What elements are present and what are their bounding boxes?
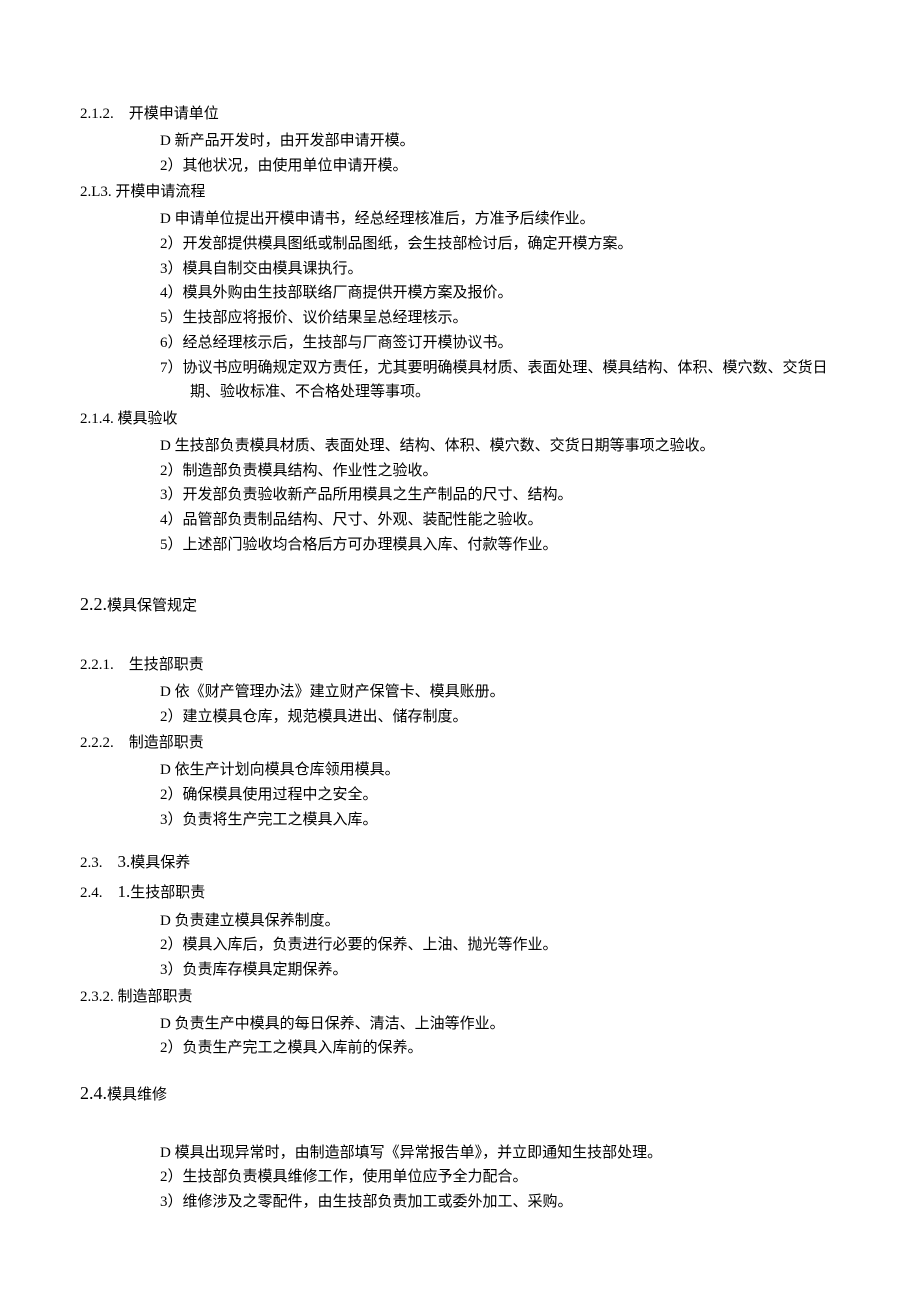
body-text: 2）模具入库后，负责进行必要的保养、上油、抛光等作业。 xyxy=(80,933,840,958)
heading-label: 模具维修 xyxy=(107,1087,167,1103)
body-text: D 申请单位提出开模申请书，经总经理核准后，方准予后续作业。 xyxy=(80,207,840,232)
body-text: 2）生技部负责模具维修工作，使用单位应予全力配合。 xyxy=(80,1165,840,1190)
heading-prefix: 2.4. xyxy=(80,885,118,901)
body-text: 5）上述部门验收均合格后方可办理模具入库、付款等作业。 xyxy=(80,533,840,558)
body-text: 3）维修涉及之零配件，由生技部负责加工或委外加工、采购。 xyxy=(80,1190,840,1215)
heading-number: 3. xyxy=(118,852,131,871)
body-text: 2）确保模具使用过程中之安全。 xyxy=(80,783,840,808)
heading-label: 模具保管规定 xyxy=(107,598,197,614)
heading-212: 2.1.2. 开模申请单位 xyxy=(80,102,840,127)
body-text: 3）负责将生产完工之模具入库。 xyxy=(80,808,840,833)
body-text: D 生技部负责模具材质、表面处理、结构、体积、模穴数、交货日期等事项之验收。 xyxy=(80,434,840,459)
body-text: 2）制造部负责模具结构、作业性之验收。 xyxy=(80,459,840,484)
body-text: 2）建立模具仓库，规范模具进出、储存制度。 xyxy=(80,705,840,730)
body-text: 4）品管部负责制品结构、尺寸、外观、装配性能之验收。 xyxy=(80,508,840,533)
heading-213: 2.L3. 开模申请流程 xyxy=(80,180,840,205)
body-text: D 依生产计划向模具仓库领用模具。 xyxy=(80,758,840,783)
heading-number: 1. xyxy=(118,882,131,901)
body-text: D 模具出现异常时，由制造部填写《异常报告单》，并立即通知生技部处理。 xyxy=(80,1141,840,1166)
body-text: 6）经总经理核示后，生技部与厂商签订开模协议书。 xyxy=(80,331,840,356)
body-text: D 负责建立模具保养制度。 xyxy=(80,909,840,934)
heading-232: 2.3.2. 制造部职责 xyxy=(80,985,840,1010)
heading-214: 2.1.4. 模具验收 xyxy=(80,407,840,432)
body-text: D 负责生产中模具的每日保养、清洁、上油等作业。 xyxy=(80,1012,840,1037)
heading-label: 模具保养 xyxy=(130,855,190,871)
heading-label: 生技部职责 xyxy=(130,885,205,901)
heading-23: 2.3. 3.模具保养 xyxy=(80,848,840,876)
heading-prefix: 2.3. xyxy=(80,855,118,871)
heading-24: 2.4.模具维修 xyxy=(80,1079,840,1109)
body-text: 5）生技部应将报价、议价结果呈总经理核示。 xyxy=(80,306,840,331)
body-text: 4）模具外购由生技部联络厂商提供开模方案及报价。 xyxy=(80,281,840,306)
heading-241: 2.4. 1.生技部职责 xyxy=(80,878,840,906)
heading-22: 2.2.模具保管规定 xyxy=(80,590,840,620)
body-text: 2）开发部提供模具图纸或制品图纸，会生技部检讨后，确定开模方案。 xyxy=(80,232,840,257)
body-text: 7）协议书应明确规定双方责任，尤其要明确模具材质、表面处理、模具结构、体积、模穴… xyxy=(80,356,840,406)
heading-221: 2.2.1. 生技部职责 xyxy=(80,653,840,678)
body-text: D 新产品开发时，由开发部申请开模。 xyxy=(80,129,840,154)
body-text: 3）模具自制交由模具课执行。 xyxy=(80,257,840,282)
body-text: D 依《财产管理办法》建立财产保管卡、模具账册。 xyxy=(80,680,840,705)
body-text: 2）其他状况，由使用单位申请开模。 xyxy=(80,154,840,179)
heading-number: 2.4. xyxy=(80,1083,107,1103)
heading-222: 2.2.2. 制造部职责 xyxy=(80,731,840,756)
body-text: 3）开发部负责验收新产品所用模具之生产制品的尺寸、结构。 xyxy=(80,483,840,508)
body-text: 2）负责生产完工之模具入库前的保养。 xyxy=(80,1036,840,1061)
body-text: 3）负责库存模具定期保养。 xyxy=(80,958,840,983)
heading-number: 2.2. xyxy=(80,594,107,614)
